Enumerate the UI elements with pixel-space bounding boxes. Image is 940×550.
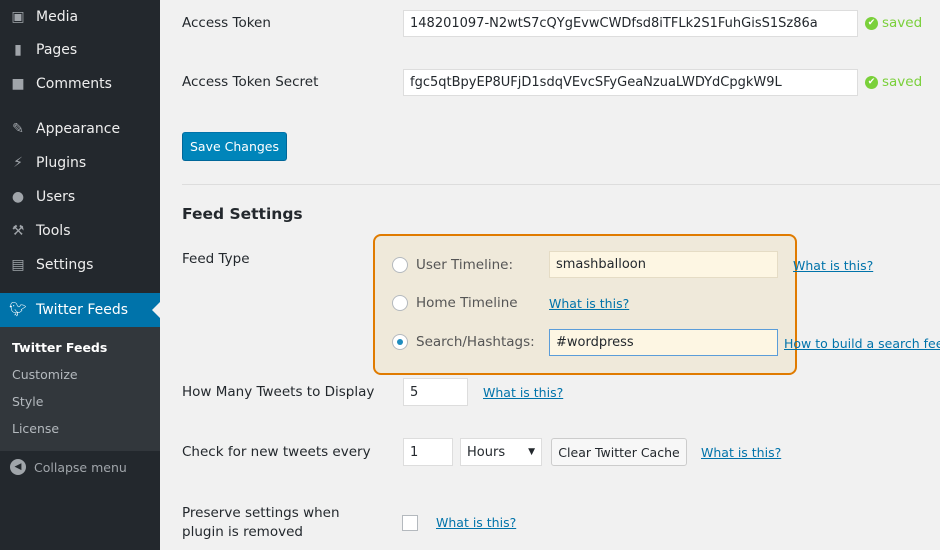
submenu-license[interactable]: License [12, 421, 59, 436]
divider [182, 184, 940, 185]
token-saved-status: ✔ saved [865, 15, 922, 31]
sidebar-item-twitter-feeds[interactable]: 🐦︎ Twitter Feeds [0, 293, 160, 327]
saved-text: saved [882, 74, 923, 90]
collapse-icon: ◀ [10, 459, 26, 475]
preserve-settings-checkbox[interactable] [402, 515, 418, 531]
clear-twitter-cache-button[interactable]: Clear Twitter Cache [551, 438, 687, 466]
sidebar-item-label: Comments [36, 76, 112, 92]
sidebar-item-appearance[interactable]: ✎ Appearance [0, 112, 160, 146]
pages-icon: ▮ [14, 42, 22, 58]
user-timeline-radio[interactable] [392, 257, 408, 273]
sidebar-item-tools[interactable]: ⚒ Tools [0, 214, 160, 248]
tools-icon: ⚒ [11, 223, 25, 239]
secret-saved-status: ✔ saved [865, 74, 922, 90]
chevron-down-icon: ▼ [528, 447, 535, 457]
access-token-input[interactable]: 148201097-N2wtS7cQYgEvwCWDfsd8iTFLk2S1Fu… [403, 10, 858, 37]
what-is-this-link[interactable]: What is this? [436, 515, 516, 530]
sidebar-item-label: Settings [36, 257, 94, 273]
check-interval-label: Check for new tweets every [182, 444, 371, 460]
sidebar-item-label: Appearance [36, 121, 121, 137]
select-value: Hours [467, 444, 506, 460]
search-hashtags-input[interactable]: #wordpress [549, 329, 778, 356]
active-arrow [144, 302, 160, 318]
settings-icon: ▤ [11, 257, 25, 273]
check-interval-unit-select[interactable]: Hours ▼ [460, 438, 542, 466]
sidebar-item-label: Users [36, 189, 76, 205]
home-timeline-radio[interactable] [392, 295, 408, 311]
sidebar-item-label: Media [36, 9, 79, 25]
check-icon: ✔ [865, 75, 878, 89]
plugins-icon: ⚡ [13, 155, 23, 171]
sidebar-item-label: Tools [36, 223, 71, 239]
collapse-label: Collapse menu [34, 459, 127, 475]
users-icon: ● [11, 189, 25, 205]
sidebar-item-media[interactable]: ▣ Media [0, 0, 160, 34]
search-hashtags-radio[interactable] [392, 334, 408, 350]
tweets-count-label: How Many Tweets to Display [182, 384, 375, 400]
submenu-customize[interactable]: Customize [12, 367, 78, 382]
comments-icon: ■ [11, 76, 25, 92]
save-changes-button[interactable]: Save Changes [182, 132, 287, 161]
feed-type-label: Feed Type [182, 251, 250, 267]
saved-text: saved [882, 15, 923, 31]
preserve-settings-label-2: plugin is removed [182, 524, 303, 540]
preserve-settings-label-1: Preserve settings when [182, 505, 340, 521]
search-hashtags-label: Search/Hashtags: [416, 334, 535, 350]
admin-sidebar: ▣ Media ▮ Pages ■ Comments ✎ Appearance ⚡ Plu… [0, 0, 160, 550]
collapse-menu-button[interactable]: ◀ Collapse menu [10, 459, 127, 475]
user-timeline-input[interactable]: smashballoon [549, 251, 778, 278]
home-timeline-label: Home Timeline [416, 295, 518, 311]
sidebar-item-pages[interactable]: ▮ Pages [0, 33, 160, 67]
media-icon: ▣ [11, 9, 25, 25]
twitter-icon: 🐦︎ [9, 302, 27, 318]
what-is-this-link[interactable]: What is this? [483, 385, 563, 400]
appearance-icon: ✎ [12, 121, 24, 137]
submenu: Twitter Feeds Customize Style License [0, 327, 160, 451]
sidebar-item-label: Plugins [36, 155, 87, 171]
access-token-secret-label: Access Token Secret [182, 74, 319, 90]
sidebar-item-settings[interactable]: ▤ Settings [0, 248, 160, 282]
sidebar-item-comments[interactable]: ■ Comments [0, 67, 160, 101]
user-timeline-label: User Timeline: [416, 257, 514, 273]
how-to-build-search-feed-link[interactable]: How to build a search feed [784, 336, 940, 351]
what-is-this-link[interactable]: What is this? [549, 296, 629, 311]
tweets-count-input[interactable]: 5 [403, 378, 468, 406]
sidebar-item-plugins[interactable]: ⚡ Plugins [0, 146, 160, 180]
what-is-this-link[interactable]: What is this? [793, 258, 873, 273]
check-icon: ✔ [865, 16, 878, 30]
submenu-twitter-feeds[interactable]: Twitter Feeds [12, 340, 107, 355]
sidebar-item-label: Pages [36, 42, 78, 58]
what-is-this-link[interactable]: What is this? [701, 445, 781, 460]
access-token-secret-input[interactable]: fgc5qtBpyEP8UFjD1sdqVEvcSFyGeaNzuaLWDYdC… [403, 69, 858, 96]
check-interval-input[interactable]: 1 [403, 438, 453, 466]
sidebar-item-label: Twitter Feeds [36, 302, 129, 318]
access-token-label: Access Token [182, 15, 271, 31]
submenu-style[interactable]: Style [12, 394, 43, 409]
feed-settings-heading: Feed Settings [182, 205, 303, 223]
sidebar-item-users[interactable]: ● Users [0, 180, 160, 214]
